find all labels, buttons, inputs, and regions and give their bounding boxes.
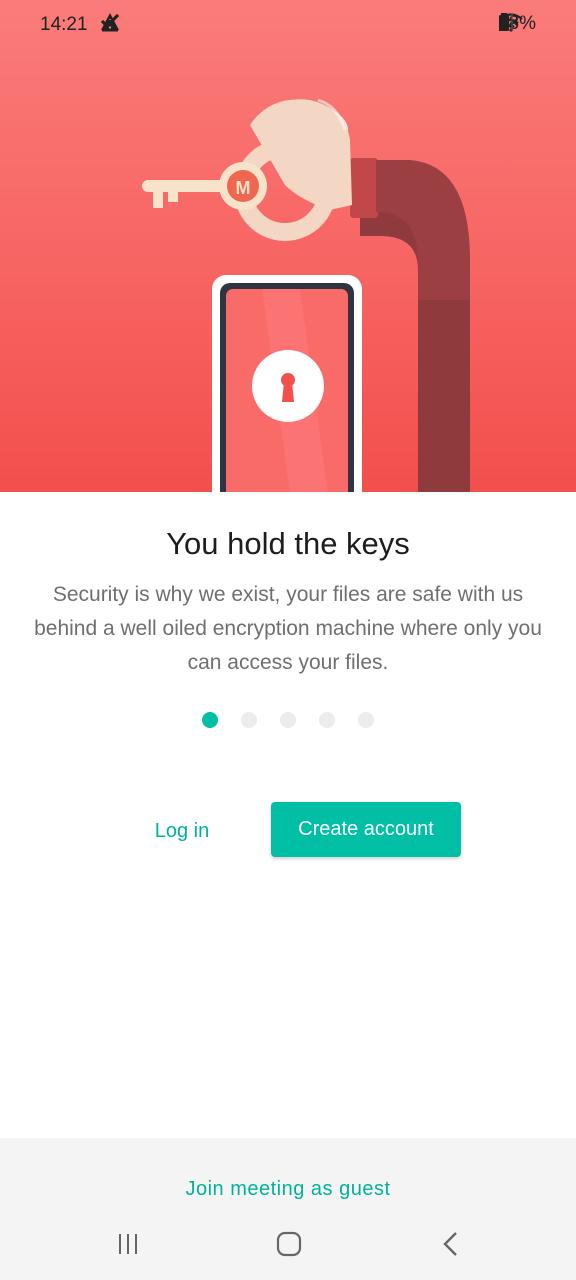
home-button[interactable] [259,1220,319,1268]
system-nav-bar [0,1220,576,1280]
page-indicator [0,712,576,728]
hand-icon [234,98,352,241]
status-right-icons: 58% [498,12,536,36]
hero-illustration: M 14:21 58% [0,0,576,492]
status-bar: 14:21 58% [0,0,576,48]
battery-icon [498,13,509,31]
page-dot-4[interactable] [319,712,335,728]
onboarding-description: Security is why we exist, your files are… [34,583,542,674]
page-dot-3[interactable] [280,712,296,728]
join-meeting-as-guest-link[interactable]: Join meeting as guest [0,1178,576,1206]
mega-logo: M [236,178,251,198]
create-account-button[interactable]: Create account [271,802,461,857]
onboarding-title: You hold the keys [166,526,410,561]
dot-icon [105,19,113,27]
recent-apps-button[interactable] [98,1220,158,1268]
page-dot-5[interactable] [358,712,374,728]
login-button[interactable]: Log in [130,805,234,857]
recent-apps-icon [119,1234,137,1254]
home-icon [276,1231,302,1257]
hero-artwork: M [142,98,470,492]
back-icon [443,1232,457,1256]
key-icon: M [142,162,267,210]
status-time: 14:21 [40,14,88,35]
lock-icon [252,350,324,422]
sleeve-cuff [350,158,378,218]
page-dot-1[interactable] [202,712,218,728]
back-button[interactable] [421,1220,481,1268]
page-dot-2[interactable] [241,712,257,728]
